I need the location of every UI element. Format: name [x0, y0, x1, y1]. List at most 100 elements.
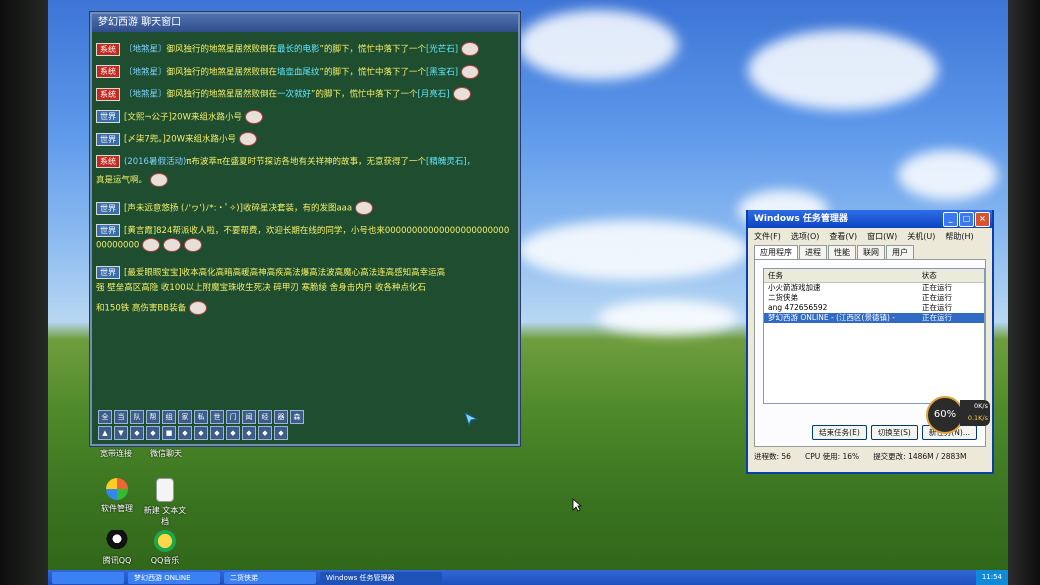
menu-item[interactable]: 选项(O): [791, 231, 820, 242]
channel-buttons-row: 全当队帮组家私世门闻经器森: [98, 410, 318, 424]
chat-action-button[interactable]: ◆: [274, 426, 288, 440]
channel-button[interactable]: 闻: [242, 410, 256, 424]
cloud-6: [598, 300, 738, 335]
chat-action-button[interactable]: ■: [162, 426, 176, 440]
taskbar-task[interactable]: 梦幻西游 ONLINE: [128, 571, 220, 584]
chat-action-button[interactable]: ▲: [98, 426, 112, 440]
message-item[interactable]: [月亮石]: [417, 90, 449, 100]
channel-button[interactable]: 器: [274, 410, 288, 424]
qq-penguin-icon: [106, 530, 128, 552]
task-row[interactable]: 小火箭游戏加速 正在运行: [764, 283, 984, 293]
emoji-icon: [189, 301, 208, 315]
chat-message: 世界 [黄言霞]824帮派收人啦，不要帮费，欢迎长期在线的同学，小号也来00000…: [96, 223, 514, 253]
channel-button[interactable]: 当: [114, 410, 128, 424]
emoji-icon: [461, 64, 480, 79]
chat-action-button[interactable]: ◆: [226, 426, 240, 440]
task-row[interactable]: 二货侠弟 正在运行: [764, 293, 984, 303]
maximize-button[interactable]: □: [959, 212, 974, 227]
chat-message-continued: 和150铁 高伤害BB装备: [96, 301, 514, 316]
emoji-icon: [150, 172, 169, 187]
chat-action-button[interactable]: ◆: [130, 426, 144, 440]
chat-action-button[interactable]: ◆: [146, 426, 160, 440]
message-sender[interactable]: 〔地煞星〕: [124, 45, 167, 55]
desktop-icon-qq[interactable]: 腾讯QQ: [94, 530, 140, 566]
end-task-button[interactable]: 结束任务(E): [812, 425, 867, 440]
menu-item[interactable]: 查看(V): [829, 231, 857, 242]
chat-action-button[interactable]: ◆: [178, 426, 192, 440]
taskbar-task[interactable]: [52, 571, 124, 584]
chat-message: 世界 [声未远意悠扬 (ﾉ'ヮ')ﾉ*:・ﾟ✧)]收碎星决套装，有的发图aaa: [96, 201, 514, 216]
channel-button[interactable]: 森: [290, 410, 304, 424]
channel-button[interactable]: 队: [130, 410, 144, 424]
chat-action-button[interactable]: ◆: [258, 426, 272, 440]
menu-item[interactable]: 帮助(H): [945, 231, 973, 242]
channel-button[interactable]: 全: [98, 410, 112, 424]
channel-button[interactable]: 门: [226, 410, 240, 424]
desktop-icon-label: 软件管理: [101, 504, 133, 513]
tab-3[interactable]: 联网: [857, 245, 885, 259]
desktop-icon-software-manager[interactable]: 软件管理: [94, 478, 140, 514]
column-header-task[interactable]: 任务: [764, 269, 918, 282]
desktop-icon-text-document[interactable]: 新建 文本文档: [140, 478, 190, 527]
desktop-icon-qq-music[interactable]: QQ音乐: [142, 530, 188, 566]
chat-message: 世界 [文熙¬公子]20W来组水路小号: [96, 109, 514, 125]
chat-action-button[interactable]: ▼: [114, 426, 128, 440]
task-row[interactable]: ang 472656592 正在运行: [764, 303, 984, 313]
desktop-icon-label: 腾讯QQ: [102, 556, 132, 565]
task-name: 梦幻西游 ONLINE - (江西区(景德镇) -: [768, 313, 895, 322]
taskbar-task[interactable]: 二货侠弟: [224, 571, 316, 584]
task-status: 正在运行: [922, 293, 952, 302]
chat-message: 系统 〔地煞星〕御风独行的地煞星居然败倒在一次就好”的脚下，慌忙中落下了一个[月亮…: [96, 87, 514, 102]
message-sender[interactable]: (2016暑假活动): [124, 157, 186, 167]
message-text: 和150铁 高伤害BB装备: [96, 303, 187, 314]
chat-action-button[interactable]: ◆: [210, 426, 224, 440]
task-row[interactable]: 梦幻西游 ONLINE - (江西区(景德镇) - 正在运行: [764, 313, 984, 323]
chat-action-button[interactable]: ◆: [194, 426, 208, 440]
channel-button[interactable]: 世: [210, 410, 224, 424]
chat-message: 世界 [最爱眼眼宝宝]收本高化高暗高暖高神高疾高法爆高法波高魔心高法连高感知高幸运…: [96, 266, 514, 280]
network-speed-widget[interactable]: 60% 0K/s 0.1K/s: [926, 396, 990, 434]
message-item[interactable]: [黑宝石]: [426, 67, 458, 77]
chat-action-button[interactable]: ◆: [242, 426, 256, 440]
menu-item[interactable]: 关机(U): [907, 231, 935, 242]
message-player[interactable]: 一次就好: [277, 90, 311, 100]
channel-tag: 世界: [96, 110, 120, 123]
message-text: 御风独行的地煞星居然败倒在: [166, 89, 278, 100]
task-manager-titlebar[interactable]: Windows 任务管理器 _ □ ×: [748, 210, 992, 228]
desktop-label-broadband[interactable]: 宽带连接: [100, 448, 132, 459]
switch-to-button[interactable]: 切换至(S): [870, 425, 918, 440]
message-item[interactable]: [光芒石]: [426, 45, 458, 55]
task-manager-title: Windows 任务管理器: [754, 214, 848, 224]
message-sender[interactable]: 〔地煞星〕: [124, 67, 167, 77]
tab-0[interactable]: 应用程序: [754, 245, 798, 259]
channel-button[interactable]: 私: [194, 410, 208, 424]
menu-item[interactable]: 窗口(W): [867, 231, 897, 242]
emoji-icon: [452, 87, 471, 101]
column-header-status[interactable]: 状态: [918, 269, 984, 282]
message-item[interactable]: [精魄灵石]，: [426, 157, 475, 167]
process-count: 进程数: 56: [754, 452, 791, 461]
tab-4[interactable]: 用户: [886, 245, 914, 259]
tab-1[interactable]: 进程: [799, 245, 827, 259]
message-player[interactable]: 墙壶血尾纹: [277, 67, 320, 77]
message-text-2: ”的脚下，慌忙中落下了一个: [311, 89, 418, 100]
desktop-label-wechat[interactable]: 微信聊天: [150, 448, 182, 459]
chat-message-continued: 真是运气啊。: [96, 172, 514, 188]
task-manager-window: Windows 任务管理器 _ □ × 文件(F) 选项(O) 查看(V) 窗口(W)…: [746, 210, 994, 474]
taskbar-task-active[interactable]: Windows 任务管理器: [320, 571, 442, 584]
tab-2[interactable]: 性能: [828, 245, 856, 259]
channel-button[interactable]: 家: [178, 410, 192, 424]
system-tray-clock[interactable]: 11:54: [975, 570, 1008, 585]
message-text: 强 壁垒高区高隐 收100以上附魔宝珠收生死决 碎甲刃 寒脆绫 舍身击内丹 收各…: [96, 283, 426, 293]
minimize-button[interactable]: _: [943, 212, 958, 227]
menu-item[interactable]: 文件(F): [754, 231, 781, 242]
taskbar: 梦幻西游 ONLINE 二货侠弟 Windows 任务管理器 11:54: [48, 570, 1008, 585]
channel-button[interactable]: 帮: [146, 410, 160, 424]
cpu-usage: CPU 使用: 16%: [804, 452, 860, 461]
message-sender[interactable]: 〔地煞星〕: [124, 90, 167, 100]
message-player[interactable]: 最长的电影: [277, 45, 320, 55]
channel-button[interactable]: 组: [162, 410, 176, 424]
close-button[interactable]: ×: [975, 212, 990, 227]
channel-button[interactable]: 经: [258, 410, 272, 424]
cloud-2: [748, 30, 938, 110]
